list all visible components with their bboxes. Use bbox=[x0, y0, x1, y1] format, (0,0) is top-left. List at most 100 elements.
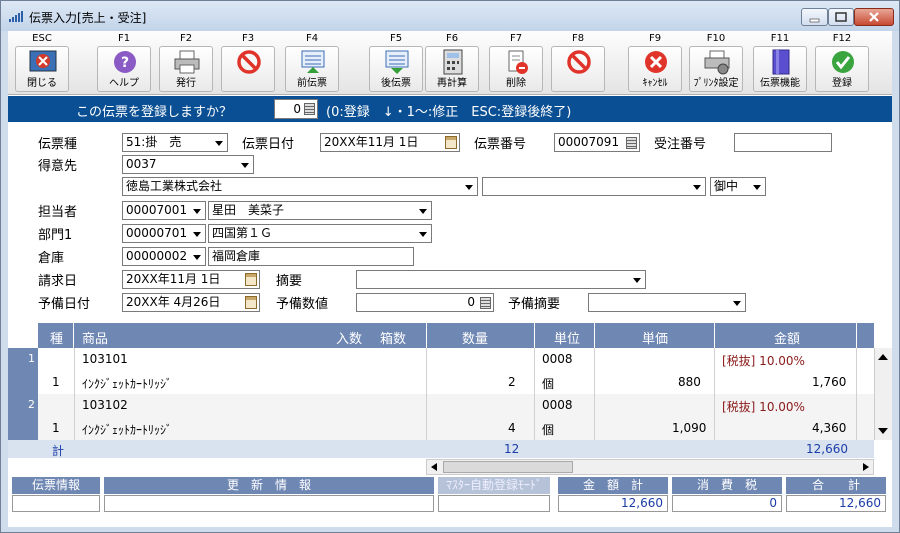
chevron-down-icon[interactable] bbox=[189, 202, 205, 219]
slip-function-icon bbox=[772, 49, 790, 75]
row-number[interactable]: 1 bbox=[8, 348, 38, 394]
calculator-icon[interactable] bbox=[304, 103, 315, 115]
summary-select[interactable] bbox=[356, 270, 646, 289]
confirm-value: 0 bbox=[293, 102, 301, 116]
staff-name-select[interactable]: 星田 美菜子 bbox=[208, 201, 432, 220]
f3-disabled-button[interactable]: F3 bbox=[218, 33, 278, 93]
table-row[interactable]: 103101 1 ｲﾝｸｼﾞｪｯﾄｶｰﾄﾘｯｼﾞ 2 0008 個 880 [税… bbox=[38, 348, 874, 394]
master-mode-value bbox=[438, 495, 550, 512]
unit-code: 0008 bbox=[542, 398, 573, 412]
scroll-thumb[interactable] bbox=[443, 461, 573, 473]
spare-date-value: 20XX年 4月26日 bbox=[126, 295, 221, 309]
table-row[interactable]: 103102 1 ｲﾝｸｼﾞｪｯﾄｶｰﾄﾘｯｼﾞ 4 0008 個 1,090 … bbox=[38, 394, 874, 440]
total-row: 計 12 12,660 bbox=[38, 440, 874, 458]
spare-date-label: 予備日付 bbox=[38, 297, 91, 312]
customer-label: 得意先 bbox=[38, 159, 78, 174]
cancel-icon bbox=[645, 51, 667, 73]
f9-cancel-button[interactable]: F9 ｷｬﾝｾﾙ bbox=[625, 33, 685, 93]
slip-type-select[interactable]: 51:掛 売 bbox=[122, 133, 228, 152]
chevron-down-icon[interactable] bbox=[629, 271, 645, 288]
chevron-down-icon[interactable] bbox=[461, 178, 477, 195]
col-product: 商品 bbox=[82, 332, 109, 347]
scroll-right-icon[interactable] bbox=[861, 462, 871, 472]
button-label: ｷｬﾝｾﾙ bbox=[642, 78, 668, 89]
chevron-down-icon[interactable] bbox=[415, 225, 431, 242]
staff-code-select[interactable]: 00007001 bbox=[122, 201, 206, 220]
next-slip-icon bbox=[385, 50, 409, 74]
chevron-down-icon[interactable] bbox=[189, 225, 205, 242]
f11-slip-function-button[interactable]: F11 伝票機能 bbox=[750, 33, 810, 93]
amount-value: 4,360 bbox=[812, 421, 847, 435]
bill-date-value: 20XX年11月 1日 bbox=[126, 272, 221, 286]
staff-name-value: 星田 美菜子 bbox=[212, 203, 285, 217]
calculator-icon[interactable] bbox=[626, 137, 637, 149]
order-no-field[interactable] bbox=[734, 133, 832, 152]
slip-no-field[interactable]: 00007091 bbox=[554, 133, 640, 152]
spare-num-field[interactable]: 0 bbox=[356, 293, 494, 312]
f7-delete-button[interactable]: F7 削除 bbox=[486, 33, 546, 93]
calendar-icon[interactable] bbox=[245, 296, 257, 309]
f10-printer-settings-button[interactable]: F10 ﾌﾟﾘﾝﾀ設定 bbox=[686, 33, 746, 93]
f8-disabled-button[interactable]: F8 bbox=[548, 33, 608, 93]
spare-date-field[interactable]: 20XX年 4月26日 bbox=[122, 293, 260, 312]
col-unit: 単位 bbox=[554, 332, 581, 347]
f5-next-slip-button[interactable]: F5 後伝票 bbox=[366, 33, 426, 93]
customer-sub-select[interactable] bbox=[482, 177, 706, 196]
close-window-button[interactable] bbox=[854, 8, 894, 26]
type-value: 1 bbox=[52, 421, 60, 435]
bill-date-field[interactable]: 20XX年11月 1日 bbox=[122, 270, 260, 289]
chevron-down-icon[interactable] bbox=[189, 248, 205, 265]
minimize-button[interactable] bbox=[801, 8, 828, 26]
f1-help-button[interactable]: F1 ? ヘルプ bbox=[94, 33, 154, 93]
product-name: ｲﾝｸｼﾞｪｯﾄｶｰﾄﾘｯｼﾞ bbox=[82, 377, 173, 391]
tax-rate: [税抜] 10.00% bbox=[722, 354, 805, 368]
customer-name-select[interactable]: 徳島工業株式会社 bbox=[122, 177, 478, 196]
customer-code-select[interactable]: 0037 bbox=[122, 155, 254, 174]
chevron-down-icon[interactable] bbox=[415, 202, 431, 219]
f12-register-button[interactable]: F12 登録 bbox=[812, 33, 872, 93]
spare-summary-select[interactable] bbox=[588, 293, 746, 312]
honorific-select[interactable]: 御中 bbox=[710, 177, 766, 196]
horizontal-scrollbar[interactable] bbox=[426, 459, 874, 475]
scroll-up-icon[interactable] bbox=[878, 354, 888, 360]
confirm-hint: (0:登録 ↓・1～:修正 ESC:登録後終了) bbox=[326, 105, 572, 120]
slip-date-value: 20XX年11月 1日 bbox=[324, 135, 419, 149]
chevron-down-icon[interactable] bbox=[729, 294, 745, 311]
col-amount: 金額 bbox=[774, 332, 801, 347]
unit-code: 0008 bbox=[542, 352, 573, 366]
slip-no-label: 伝票番号 bbox=[474, 137, 527, 152]
update-info-label: 更 新 情 報 bbox=[104, 477, 434, 494]
chevron-down-icon[interactable] bbox=[211, 134, 227, 151]
chevron-down-icon[interactable] bbox=[689, 178, 705, 195]
row-number[interactable]: 2 bbox=[8, 394, 38, 440]
calendar-icon[interactable] bbox=[445, 136, 457, 149]
chevron-down-icon[interactable] bbox=[749, 178, 765, 195]
maximize-button[interactable] bbox=[828, 8, 854, 26]
confirm-input[interactable]: 0 bbox=[274, 99, 318, 119]
dept-code-select[interactable]: 00000701 bbox=[122, 224, 206, 243]
key-label: F9 bbox=[648, 33, 662, 44]
slip-header-form: 伝票種 51:掛 売 伝票日付 20XX年11月 1日 伝票番号 0000709… bbox=[8, 123, 892, 323]
vertical-scrollbar[interactable] bbox=[874, 348, 892, 440]
chevron-down-icon[interactable] bbox=[237, 156, 253, 173]
warehouse-code-select[interactable]: 00000002 bbox=[122, 247, 206, 266]
f4-prev-slip-button[interactable]: F4 前伝票 bbox=[282, 33, 342, 93]
calculator-icon[interactable] bbox=[480, 297, 491, 309]
slip-date-field[interactable]: 20XX年11月 1日 bbox=[320, 133, 460, 152]
calendar-icon[interactable] bbox=[245, 273, 257, 286]
f2-issue-button[interactable]: F2 発行 bbox=[156, 33, 216, 93]
warehouse-name-value: 福岡倉庫 bbox=[212, 249, 261, 263]
button-label: 閉じる bbox=[27, 78, 57, 89]
esc-close-button[interactable]: ESC 閉じる bbox=[12, 33, 72, 93]
warehouse-name-field[interactable]: 福岡倉庫 bbox=[208, 247, 414, 266]
warehouse-label: 倉庫 bbox=[38, 251, 65, 266]
total-qty: 12 bbox=[504, 442, 520, 456]
staff-label: 担当者 bbox=[38, 205, 78, 220]
scroll-down-icon[interactable] bbox=[878, 428, 888, 434]
f6-recalc-button[interactable]: F6 再計算 bbox=[422, 33, 482, 93]
svg-text:?: ? bbox=[121, 55, 129, 71]
scroll-left-icon[interactable] bbox=[429, 462, 439, 472]
dept-name-select[interactable]: 四国第１Ｇ bbox=[208, 224, 432, 243]
key-label: F1 bbox=[117, 33, 131, 44]
app-icon bbox=[9, 11, 23, 22]
